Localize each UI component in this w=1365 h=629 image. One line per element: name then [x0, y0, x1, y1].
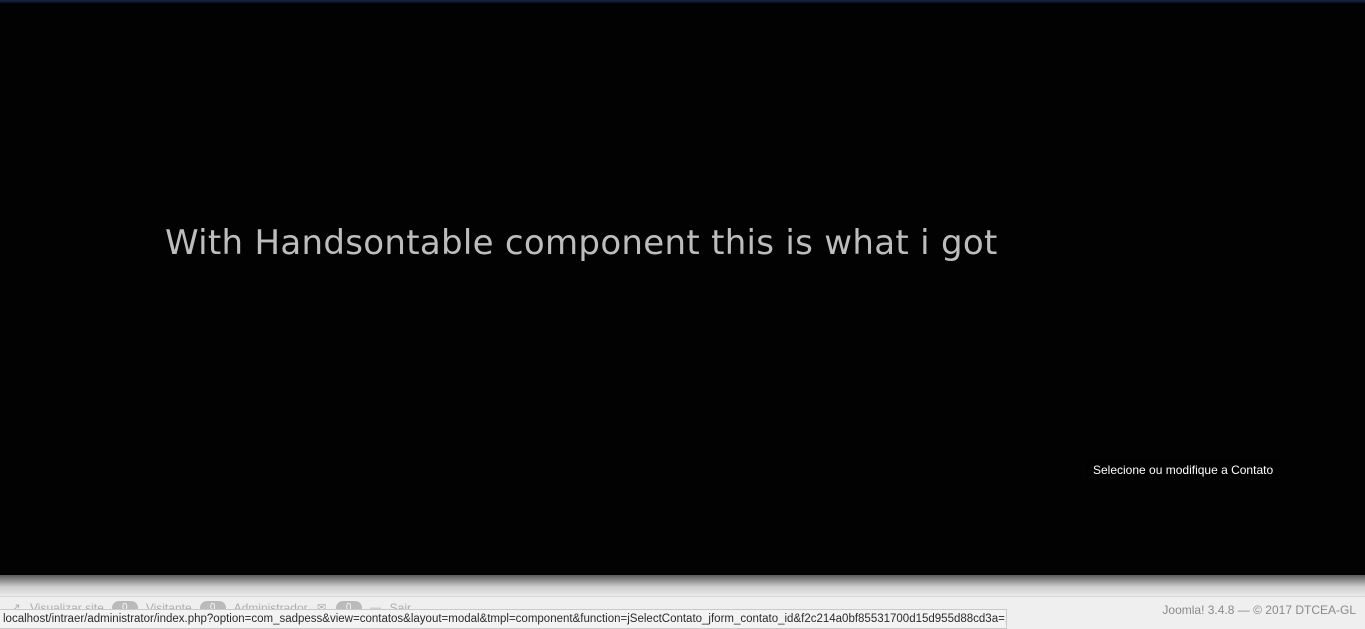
footer-copyright: Joomla! 3.4.8 — © 2017 DTCEA-GL — [1162, 603, 1356, 617]
field-tooltip: Selecione ou modifique a Contato — [1087, 461, 1280, 479]
browser-viewport: With Handsontable component this is what… — [0, 0, 1365, 629]
annotation-caption: With Handsontable component this is what… — [165, 223, 998, 263]
modal-backdrop[interactable] — [0, 3, 1365, 575]
link-hover-url: localhost/intraer/administrator/index.ph… — [0, 609, 1007, 629]
